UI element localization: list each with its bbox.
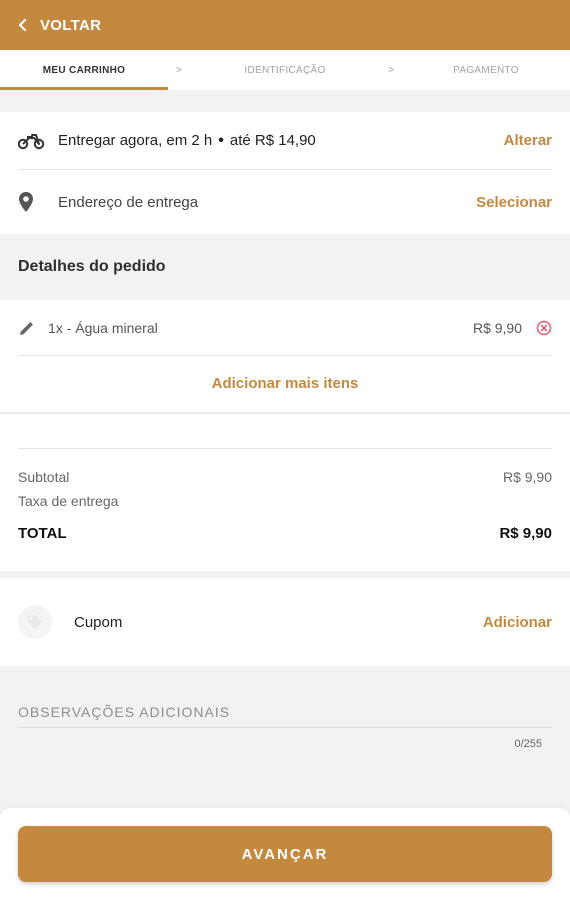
subtotal-value: R$ 9,90 (502, 469, 552, 485)
back-label: VOLTAR (40, 16, 102, 34)
footer-bar: AVANÇAR (0, 808, 570, 900)
advance-button[interactable]: AVANÇAR (18, 826, 552, 882)
delivery-time-text: Entregar agora, em 2 h (58, 132, 213, 149)
change-delivery-link[interactable]: Alterar (504, 132, 552, 149)
add-more-items-link[interactable]: Adicionar mais itens (0, 356, 570, 412)
observations-char-counter: 0/255 (514, 738, 542, 750)
total-label: TOTAL (18, 525, 67, 542)
subtotal-row: Subtotal R$ 9,90 (18, 469, 552, 485)
delivery-card: Entregar agora, em 2 h • até R$ 14,90 Al… (0, 112, 570, 234)
location-pin-icon (18, 191, 44, 213)
delivery-price-text: até R$ 14,90 (229, 132, 316, 149)
step-identification[interactable]: IDENTIFICAÇÃO (190, 50, 380, 90)
total-value: R$ 9,90 (499, 525, 552, 542)
divider (18, 448, 552, 449)
chevron-left-icon (18, 18, 27, 32)
remove-item-icon[interactable] (536, 320, 552, 336)
delivery-fee-label: Taxa de entrega (18, 493, 119, 509)
coupon-row: Cupom Adicionar (18, 578, 552, 666)
bullet-separator: • (218, 131, 224, 149)
step-separator: > (176, 64, 182, 76)
top-bar: VOLTAR (0, 0, 570, 50)
order-item-price: R$ 9,90 (472, 319, 522, 336)
observations-input[interactable] (18, 727, 552, 728)
select-address-link[interactable]: Selecionar (476, 194, 552, 211)
total-row: TOTAL R$ 9,90 (18, 525, 552, 542)
coupon-label: Cupom (74, 613, 123, 631)
checkout-steps: MEU CARRINHO > IDENTIFICAÇÃO > PAGAMENTO (0, 50, 570, 90)
delivery-fee-row: Taxa de entrega (18, 493, 552, 509)
summary-card: Subtotal R$ 9,90 Taxa de entrega TOTAL R… (0, 413, 570, 571)
add-coupon-link[interactable]: Adicionar (483, 614, 552, 631)
delivery-row: Entregar agora, em 2 h • até R$ 14,90 Al… (18, 112, 552, 169)
observations-label: OBSERVAÇÕES ADICIONAIS (18, 704, 231, 720)
order-item-name: 1x - Água mineral (48, 319, 158, 336)
order-item-row: 1x - Água mineral R$ 9,90 (18, 300, 552, 355)
address-label: Endereço de entrega (58, 193, 199, 211)
back-button[interactable]: VOLTAR (16, 17, 101, 34)
motorcycle-icon (18, 130, 44, 152)
step-my-cart[interactable]: MEU CARRINHO (0, 50, 168, 90)
step-payment[interactable]: PAGAMENTO (402, 50, 570, 90)
pencil-icon[interactable] (18, 317, 44, 339)
subtotal-label: Subtotal (18, 469, 70, 485)
order-details-title: Detalhes do pedido (18, 258, 166, 275)
step-separator: > (388, 64, 394, 76)
order-items-card: 1x - Água mineral R$ 9,90 Adicionar mais… (0, 300, 570, 412)
address-row: Endereço de entrega Selecionar (18, 170, 552, 234)
coupon-tag-icon (18, 605, 52, 639)
coupon-card: Cupom Adicionar (0, 578, 570, 666)
